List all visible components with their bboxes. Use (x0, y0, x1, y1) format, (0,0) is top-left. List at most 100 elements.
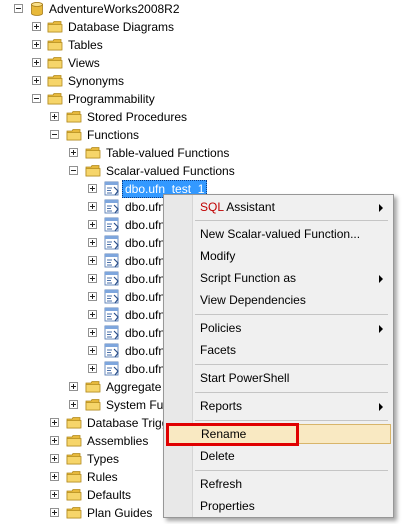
menu-item-new-function[interactable]: New Scalar-valued Function... (166, 224, 391, 244)
node-label: dbo.ufn (125, 344, 166, 358)
expand-toggle[interactable] (88, 220, 97, 229)
menu-item-label: Properties (200, 499, 255, 513)
expand-toggle[interactable] (50, 418, 59, 427)
scalar-function-icon (104, 253, 120, 269)
folder-icon (66, 415, 82, 431)
menu-item-view-dependencies[interactable]: View Dependencies (166, 290, 391, 310)
node-label: Defaults (87, 488, 132, 502)
folder-icon (66, 109, 82, 125)
expand-toggle[interactable] (32, 76, 41, 85)
node-label: System Fun (106, 398, 171, 412)
menu-separator (195, 220, 388, 221)
folder-icon (85, 145, 101, 161)
menu-item-modify[interactable]: Modify (166, 246, 391, 266)
submenu-arrow-icon (379, 403, 383, 411)
menu-separator (195, 364, 388, 365)
node-label: Types (87, 452, 120, 466)
folder-icon (47, 55, 63, 71)
node-label: Assemblies (87, 434, 149, 448)
expand-toggle[interactable] (88, 310, 97, 319)
menu-item-label: Script Function as (200, 271, 297, 285)
menu-item-policies[interactable]: Policies (166, 318, 391, 338)
menu-item-label: Delete (200, 449, 235, 463)
scalar-function-icon (104, 271, 120, 287)
context-menu: SQL Assistant New Scalar-valued Function… (163, 194, 394, 518)
menu-item-sql-assistant[interactable]: SQL Assistant (166, 197, 391, 217)
expand-toggle[interactable] (69, 148, 78, 157)
expand-toggle[interactable] (32, 22, 41, 31)
folder-icon (66, 487, 82, 503)
scalar-function-icon (104, 325, 120, 341)
node-label: Synonyms (68, 74, 125, 88)
node-label: dbo.ufn (125, 272, 166, 286)
scalar-function-icon (104, 217, 120, 233)
folder-icon (47, 19, 63, 35)
expand-toggle[interactable] (50, 454, 59, 463)
expand-toggle[interactable] (50, 436, 59, 445)
menu-item-label: Start PowerShell (200, 371, 290, 385)
expand-toggle[interactable] (69, 382, 78, 391)
menu-item-label: Modify (200, 249, 236, 263)
menu-item-properties[interactable]: Properties (166, 496, 391, 516)
node-label: dbo.ufn (125, 236, 166, 250)
submenu-arrow-icon (379, 204, 383, 212)
node-label: Functions (87, 128, 140, 142)
sql-prefix: SQL (200, 200, 224, 214)
menu-separator (195, 470, 388, 471)
menu-separator (195, 314, 388, 315)
menu-item-label: Reports (200, 399, 243, 413)
node-label: Plan Guides (87, 506, 153, 520)
menu-item-start-powershell[interactable]: Start PowerShell (166, 368, 391, 388)
folder-icon (66, 469, 82, 485)
database-icon (29, 1, 45, 17)
folder-open-icon (85, 163, 101, 179)
expand-toggle[interactable] (88, 292, 97, 301)
collapse-toggle[interactable] (50, 130, 59, 139)
node-label: Views (68, 56, 100, 70)
expand-toggle[interactable] (88, 256, 97, 265)
expand-toggle[interactable] (32, 58, 41, 67)
expand-toggle[interactable] (88, 274, 97, 283)
menu-item-reports[interactable]: Reports (166, 396, 391, 416)
node-label: Rules (87, 470, 118, 484)
expand-toggle[interactable] (69, 400, 78, 409)
node-label: dbo.ufn (125, 218, 166, 232)
expand-toggle[interactable] (88, 364, 97, 373)
scalar-function-icon (104, 361, 120, 377)
menu-item-facets[interactable]: Facets (166, 340, 391, 360)
expand-toggle[interactable] (50, 112, 59, 121)
folder-icon (66, 451, 82, 467)
expand-toggle[interactable] (50, 490, 59, 499)
expand-toggle[interactable] (88, 346, 97, 355)
node-label: dbo.ufn (125, 290, 166, 304)
collapse-toggle[interactable] (69, 166, 78, 175)
expand-toggle[interactable] (88, 184, 97, 193)
expand-toggle[interactable] (32, 40, 41, 49)
node-label: dbo.ufn (125, 200, 166, 214)
menu-separator (195, 420, 388, 421)
menu-item-script-function-as[interactable]: Script Function as (166, 268, 391, 288)
folder-open-icon (66, 127, 82, 143)
submenu-arrow-icon (379, 325, 383, 333)
node-label: Tables (68, 38, 103, 52)
scalar-function-icon (104, 199, 120, 215)
expand-toggle[interactable] (50, 508, 59, 517)
node-label: Database Diagrams (68, 20, 175, 34)
menu-item-refresh[interactable]: Refresh (166, 474, 391, 494)
expand-toggle[interactable] (88, 328, 97, 337)
node-label: dbo.ufn (125, 362, 166, 376)
node-label: Aggregate (106, 380, 162, 394)
folder-icon (85, 397, 101, 413)
sql-assistant-suffix: Assistant (223, 200, 275, 214)
collapse-toggle[interactable] (14, 4, 23, 13)
collapse-toggle[interactable] (32, 94, 41, 103)
node-label: Stored Procedures (87, 110, 188, 124)
expand-toggle[interactable] (88, 202, 97, 211)
rename-annotation-box (166, 423, 299, 446)
scalar-function-icon (104, 235, 120, 251)
menu-separator (195, 392, 388, 393)
folder-icon (66, 433, 82, 449)
menu-item-delete[interactable]: Delete (166, 446, 391, 466)
expand-toggle[interactable] (88, 238, 97, 247)
expand-toggle[interactable] (50, 472, 59, 481)
